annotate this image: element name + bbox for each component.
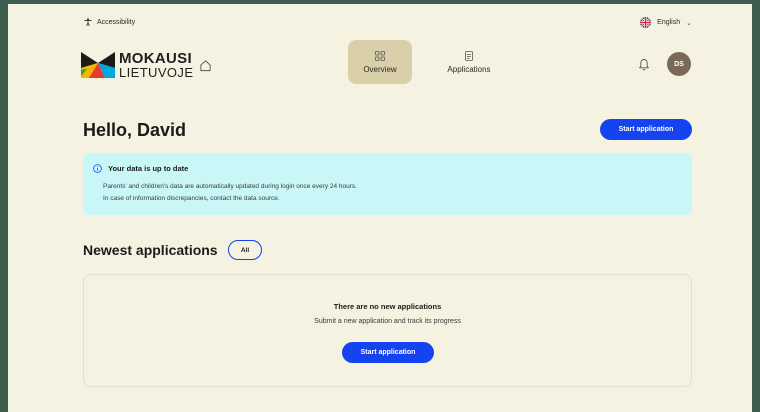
accessibility-label: Accessibility [97,18,136,26]
empty-state-title: There are no new applications [333,302,442,311]
main-header: MOKAUSI LIETUVOJE Overview Applications [8,38,752,88]
bell-icon[interactable] [638,58,650,71]
empty-state-subtitle: Submit a new application and track its p… [314,318,461,325]
home-icon[interactable] [199,59,212,72]
start-application-button[interactable]: Start application [342,342,434,363]
accessibility-icon [84,18,92,26]
logo-text: MOKAUSI LIETUVOJE [119,51,193,79]
app-frame: Accessibility English ⌄ MOKAUSI LIETUVOJ… [8,4,752,412]
tab-overview-label: Overview [363,64,397,74]
logo[interactable]: MOKAUSI LIETUVOJE [81,51,193,79]
page-title: Hello, David [83,120,187,140]
info-title: Your data is up to date [108,164,189,173]
info-heading: Your data is up to date [93,164,188,173]
grid-icon [375,50,385,61]
language-selector[interactable]: English ⌄ [640,17,692,28]
data-status-banner: Your data is up to date Parents' and chi… [83,153,692,215]
logo-bottom-text: LIETUVOJE [119,65,194,80]
start-application-button[interactable]: Start application [600,119,692,140]
info-text-line: In case of information discrepancies, co… [103,195,280,202]
tab-applications[interactable]: Applications [432,40,506,84]
utility-bar: Accessibility English ⌄ [8,4,752,38]
accessibility-link[interactable]: Accessibility [84,18,135,26]
logo-top-text: MOKAUSI [119,50,192,67]
info-icon [93,164,102,173]
empty-state-card: There are no new applications Submit a n… [83,274,692,387]
tab-overview[interactable]: Overview [348,40,412,84]
uk-flag-icon [640,17,652,28]
chevron-down-icon: ⌄ [686,19,692,27]
info-text-line: Parents' and children's data are automat… [103,183,357,190]
section-title: Newest applications [83,242,218,258]
logo-mark-icon [81,52,115,78]
tab-applications-label: Applications [447,64,491,74]
avatar[interactable]: DS [667,52,691,76]
document-icon [465,50,473,61]
all-applications-button[interactable]: All [228,240,262,260]
language-label: English [657,19,681,26]
